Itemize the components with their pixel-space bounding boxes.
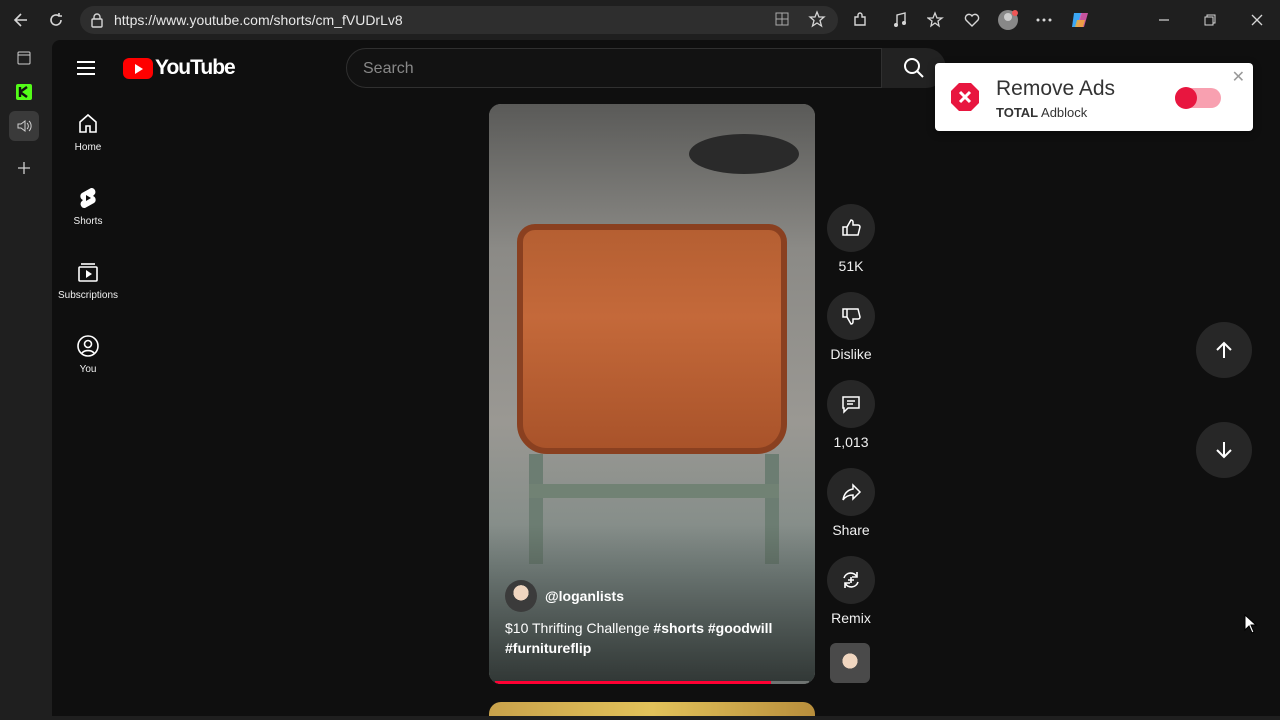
video-frame-rail — [529, 484, 779, 498]
next-short-button[interactable] — [1196, 422, 1252, 478]
extensions-icon[interactable] — [848, 8, 872, 32]
remix-label: Remix — [831, 610, 871, 626]
search-icon — [904, 58, 924, 78]
address-bar[interactable]: https://www.youtube.com/shorts/cm_fVUDrL… — [80, 6, 838, 34]
youtube-audio-tab-icon[interactable] — [9, 111, 39, 141]
dislike-action: Dislike — [826, 292, 876, 362]
thumbs-up-icon — [842, 219, 861, 236]
guide-item-home[interactable]: Home — [52, 96, 124, 170]
app-grid-icon[interactable] — [774, 11, 790, 32]
adblock-popup: Remove Ads TOTAL Adblock ✕ — [935, 63, 1253, 131]
playback-progress[interactable] — [495, 681, 809, 684]
remove-ads-toggle[interactable] — [1175, 87, 1221, 109]
toggle-knob — [1175, 87, 1197, 109]
hamburger-menu-icon[interactable] — [74, 56, 98, 80]
channel-name[interactable]: @loganlists — [545, 588, 624, 604]
copilot-icon[interactable] — [1068, 8, 1092, 32]
you-icon — [77, 335, 99, 357]
dislike-label: Dislike — [830, 346, 872, 362]
url-text: https://www.youtube.com/shorts/cm_fVUDrL… — [114, 12, 403, 28]
share-button[interactable] — [827, 468, 875, 516]
browser-toolbar: https://www.youtube.com/shorts/cm_fVUDrL… — [0, 0, 1280, 40]
mouse-cursor-icon — [1244, 614, 1258, 634]
guide-label: Shorts — [73, 216, 103, 227]
like-action: 51K — [826, 204, 876, 274]
search-input[interactable]: Search — [346, 48, 882, 88]
favorites-icon[interactable] — [924, 8, 948, 32]
like-button[interactable] — [827, 204, 875, 252]
comments-button[interactable] — [827, 380, 875, 428]
next-short-preview[interactable] — [489, 702, 815, 716]
guide-label: Subscriptions — [57, 290, 119, 301]
channel-avatar[interactable] — [505, 580, 537, 612]
guide-item-you[interactable]: You — [52, 318, 124, 392]
like-count: 51K — [838, 258, 864, 274]
hashtag-link[interactable]: #furnitureflip — [505, 640, 591, 656]
comment-icon — [842, 396, 860, 414]
guide-item-subscriptions[interactable]: Subscriptions — [52, 244, 124, 318]
restore-icon[interactable] — [1198, 8, 1222, 32]
remix-icon — [843, 572, 859, 588]
close-popup-icon[interactable]: ✕ — [1232, 67, 1245, 87]
brand-bold: TOTAL — [996, 105, 1039, 120]
adblock-brand: TOTAL Adblock — [996, 105, 1087, 120]
share-label: Share — [832, 522, 870, 538]
favorite-star-icon[interactable] — [808, 10, 826, 33]
search-placeholder: Search — [363, 60, 414, 77]
subscriptions-icon — [78, 263, 98, 282]
short-title: $10 Thrifting Challenge #shorts #goodwil… — [505, 618, 795, 658]
home-icon — [79, 113, 97, 133]
share-icon — [842, 483, 862, 501]
refresh-icon[interactable] — [44, 8, 68, 32]
arrow-down-icon — [1216, 442, 1232, 459]
minimize-icon[interactable] — [1152, 8, 1176, 32]
title-text: $10 Thrifting Challenge — [505, 620, 654, 636]
lock-icon — [90, 12, 104, 33]
dislike-button[interactable] — [827, 292, 875, 340]
media-icon[interactable] — [888, 8, 912, 32]
remove-ads-title: Remove Ads — [996, 77, 1116, 100]
adblock-x-icon — [951, 83, 979, 111]
browser-sidebar — [0, 40, 48, 720]
youtube-page: YouTube Search Home Shorts Subscriptions… — [52, 40, 1280, 716]
comments-action: 1,013 — [826, 380, 876, 450]
thumbs-down-icon — [842, 308, 861, 325]
more-menu-icon[interactable] — [1032, 8, 1056, 32]
arrow-up-icon — [1216, 341, 1232, 358]
logo-text: YouTube — [155, 56, 236, 79]
close-window-icon[interactable] — [1245, 8, 1269, 32]
short-video-player[interactable]: @loganlists $10 Thrifting Challenge #sho… — [489, 104, 815, 684]
brand-rest: Adblock — [1038, 105, 1088, 120]
kick-tab-icon[interactable] — [12, 80, 36, 104]
remix-action: Remix — [826, 556, 876, 626]
remix-button[interactable] — [827, 556, 875, 604]
video-frame-chair — [689, 134, 799, 174]
hashtag-links[interactable]: #shorts #goodwill — [653, 620, 772, 636]
guide-item-shorts[interactable]: Shorts — [52, 170, 124, 244]
guide-label: Home — [74, 142, 102, 153]
youtube-logo[interactable]: YouTube — [123, 56, 236, 80]
shorts-icon — [80, 187, 96, 209]
back-icon[interactable] — [8, 8, 32, 32]
youtube-play-icon — [123, 57, 153, 79]
new-tab-icon[interactable] — [12, 156, 36, 180]
browser-essentials-icon[interactable] — [960, 8, 984, 32]
guide-label: You — [79, 364, 97, 375]
channel-info[interactable]: @loganlists — [505, 580, 624, 612]
progress-fill — [495, 681, 772, 684]
previous-short-button[interactable] — [1196, 322, 1252, 378]
comment-count: 1,013 — [833, 434, 869, 450]
profile-avatar-icon[interactable] — [996, 8, 1020, 32]
sound-thumbnail[interactable] — [830, 643, 870, 683]
share-action: Share — [826, 468, 876, 538]
tab-actions-icon[interactable] — [12, 46, 36, 70]
video-frame-table — [517, 224, 787, 454]
